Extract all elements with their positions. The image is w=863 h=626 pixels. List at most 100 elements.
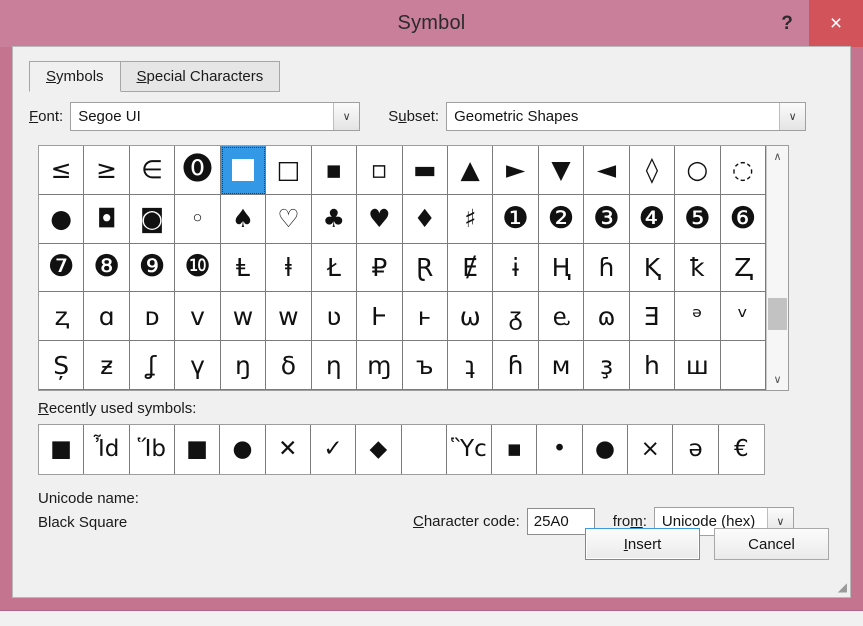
recent-symbol-cell[interactable]: × xyxy=(628,425,674,474)
symbol-cell[interactable]: ❽ xyxy=(84,243,130,293)
symbol-cell[interactable]: ◊ xyxy=(629,146,676,195)
recent-symbol-cell[interactable]: • xyxy=(537,425,583,474)
symbol-cell[interactable]: ɦ xyxy=(493,341,539,390)
symbol-cell[interactable]: Ⱪ xyxy=(629,243,676,293)
symbol-cell[interactable]: ♠ xyxy=(220,194,267,244)
symbol-cell[interactable]: ❻ xyxy=(720,194,766,244)
symbol-cell[interactable]: ◄ xyxy=(584,146,630,195)
symbol-cell[interactable]: Ⱨ xyxy=(538,243,585,293)
recent-symbol-cell[interactable]: ✓ xyxy=(311,425,357,474)
symbol-cell[interactable]: ŋ xyxy=(220,341,267,390)
symbol-cell[interactable]: ɱ xyxy=(357,341,403,390)
recent-symbol-cell[interactable]: € xyxy=(719,425,764,474)
symbol-cell[interactable]: ω xyxy=(447,292,494,342)
symbol-cell[interactable]: ⱸ xyxy=(538,292,585,342)
symbol-cell[interactable]: □ xyxy=(266,146,312,195)
symbol-cell[interactable]: ❾ xyxy=(129,243,176,293)
symbol-cell[interactable]: ᴡ xyxy=(266,292,312,342)
chevron-down-icon[interactable]: ∨ xyxy=(333,102,360,130)
symbol-cell[interactable]: ◌ xyxy=(720,146,766,195)
symbol-cell[interactable]: ᵛ xyxy=(720,292,766,342)
resize-grip-icon[interactable]: ◢ xyxy=(833,580,847,594)
chevron-down-icon[interactable]: ∨ xyxy=(779,102,806,130)
symbol-cell[interactable]: ᴅ xyxy=(129,292,176,342)
scroll-up-icon[interactable]: ∧ xyxy=(767,146,788,167)
tab-special-characters[interactable]: Special Characters xyxy=(119,61,281,92)
symbol-cell[interactable]: ⱶ xyxy=(402,292,448,342)
recent-symbol-cell[interactable]: ■ xyxy=(175,425,221,474)
symbol-cell[interactable]: ꝁ xyxy=(675,243,721,293)
recent-symbol-cell[interactable]: ✕ xyxy=(266,425,311,474)
symbol-cell[interactable]: ▬ xyxy=(402,146,448,195)
symbol-cell[interactable]: ⱡ xyxy=(266,243,312,293)
font-dropdown[interactable]: Segoe UI ∨ xyxy=(70,101,361,131)
symbol-cell[interactable]: ɨ xyxy=(493,243,539,293)
symbol-cell[interactable]: հ xyxy=(629,341,676,390)
symbol-grid-scrollbar[interactable]: ∧ ∨ xyxy=(766,146,788,390)
symbol-cell[interactable]: Ɇ xyxy=(447,243,494,293)
symbol-cell[interactable]: ❷ xyxy=(538,194,585,244)
symbol-cell[interactable]: ♥ xyxy=(357,194,403,244)
symbol-cell[interactable]: ₽ xyxy=(357,243,403,293)
symbol-cell[interactable]: ❹ xyxy=(629,194,676,244)
cancel-button[interactable]: Cancel xyxy=(714,528,829,560)
symbol-cell[interactable]: ❼ xyxy=(39,243,85,293)
symbol-cell[interactable]: ◦ xyxy=(175,194,221,244)
symbol-cell[interactable]: ♦ xyxy=(402,194,448,244)
symbol-cell[interactable] xyxy=(720,341,766,390)
symbol-cell[interactable]: ᴠ xyxy=(175,292,221,342)
subset-dropdown[interactable]: Geometric Shapes ∨ xyxy=(446,101,807,131)
symbol-cell[interactable]: ◙ xyxy=(129,194,176,244)
symbol-cell[interactable] xyxy=(220,146,267,195)
symbol-cell[interactable]: ❿ xyxy=(175,243,221,293)
recent-symbol-cell[interactable] xyxy=(402,425,447,474)
symbol-cell[interactable]: ᵹ xyxy=(493,292,539,342)
recent-symbol-cell[interactable]: Ὓc xyxy=(447,425,493,474)
symbol-cell[interactable]: ○ xyxy=(675,146,721,195)
symbol-cell[interactable]: Ł xyxy=(311,243,358,293)
symbol-cell[interactable]: Ǝ xyxy=(629,292,676,342)
title-bar[interactable]: Symbol ? × xyxy=(0,0,863,47)
symbol-cell[interactable]: ◘ xyxy=(84,194,130,244)
symbol-cell[interactable]: ▼ xyxy=(538,146,585,195)
recent-symbol-cell[interactable]: ■ xyxy=(39,425,85,474)
symbol-cell[interactable]: ᵊ xyxy=(675,292,721,342)
symbol-cell[interactable]: ∈ xyxy=(129,146,176,195)
symbol-cell[interactable]: ъ xyxy=(402,341,448,390)
scrollbar-thumb[interactable] xyxy=(768,298,787,330)
symbol-cell[interactable]: ❸ xyxy=(584,194,630,244)
symbol-cell[interactable]: ♡ xyxy=(266,194,312,244)
symbol-cell[interactable]: ᴡ xyxy=(220,292,267,342)
scroll-down-icon[interactable]: ∨ xyxy=(767,369,788,390)
close-icon[interactable]: × xyxy=(809,0,863,47)
symbol-cell[interactable]: ⱬ xyxy=(39,292,85,342)
symbol-cell[interactable]: ʇ xyxy=(447,341,494,390)
symbol-cell[interactable]: ▫ xyxy=(357,146,403,195)
symbol-cell[interactable]: ⓿ xyxy=(175,146,221,195)
symbol-cell[interactable]: η xyxy=(311,341,358,390)
symbol-cell[interactable]: Ⱬ xyxy=(720,243,766,293)
recent-symbol-cell[interactable]: ◆ xyxy=(356,425,402,474)
symbol-cell[interactable]: ɦ xyxy=(584,243,630,293)
recent-symbol-cell[interactable]: ● xyxy=(583,425,629,474)
symbol-cell[interactable]: ɷ xyxy=(584,292,630,342)
symbol-cell[interactable]: ʆ xyxy=(129,341,176,390)
symbol-cell[interactable]: ▪ xyxy=(311,146,358,195)
symbol-cell[interactable]: ❶ xyxy=(493,194,539,244)
symbol-cell[interactable]: ш xyxy=(675,341,721,390)
symbol-cell[interactable]: Ș xyxy=(39,341,85,390)
recent-symbol-cell[interactable]: ә xyxy=(673,425,719,474)
help-icon[interactable]: ? xyxy=(765,0,809,47)
symbol-cell[interactable]: ҙ xyxy=(584,341,630,390)
symbol-grid[interactable]: ≤ ≥ ∈ ⓿ □ ▪ ▫ ▬ ▲ ► ▼ ◄ ◊ ○ ◌ ● ◘ ◙ ◦ ♠ ♡ ♣ ♥ ♦ ♯ ❶ ❷ ❸ ❹ ❺ ❻ ❼ ❽ ❾ ❿ Ⱡⱡ Ł ₽ Ɽ… xyxy=(39,146,766,390)
recent-symbol-cell[interactable]: ● xyxy=(220,425,266,474)
insert-button[interactable]: Insert xyxy=(585,528,700,560)
symbol-cell[interactable]: ≤ xyxy=(39,146,85,195)
symbol-cell[interactable]: ү xyxy=(175,341,221,390)
recent-symbol-cell[interactable]: ▪ xyxy=(492,425,538,474)
symbol-cell[interactable]: ƶ xyxy=(84,341,130,390)
symbol-cell[interactable]: ❺ xyxy=(675,194,721,244)
symbol-cell[interactable]: Ɽ xyxy=(402,243,448,293)
symbol-cell[interactable]: Ⱡ xyxy=(220,243,267,293)
symbol-cell[interactable]: м xyxy=(538,341,585,390)
